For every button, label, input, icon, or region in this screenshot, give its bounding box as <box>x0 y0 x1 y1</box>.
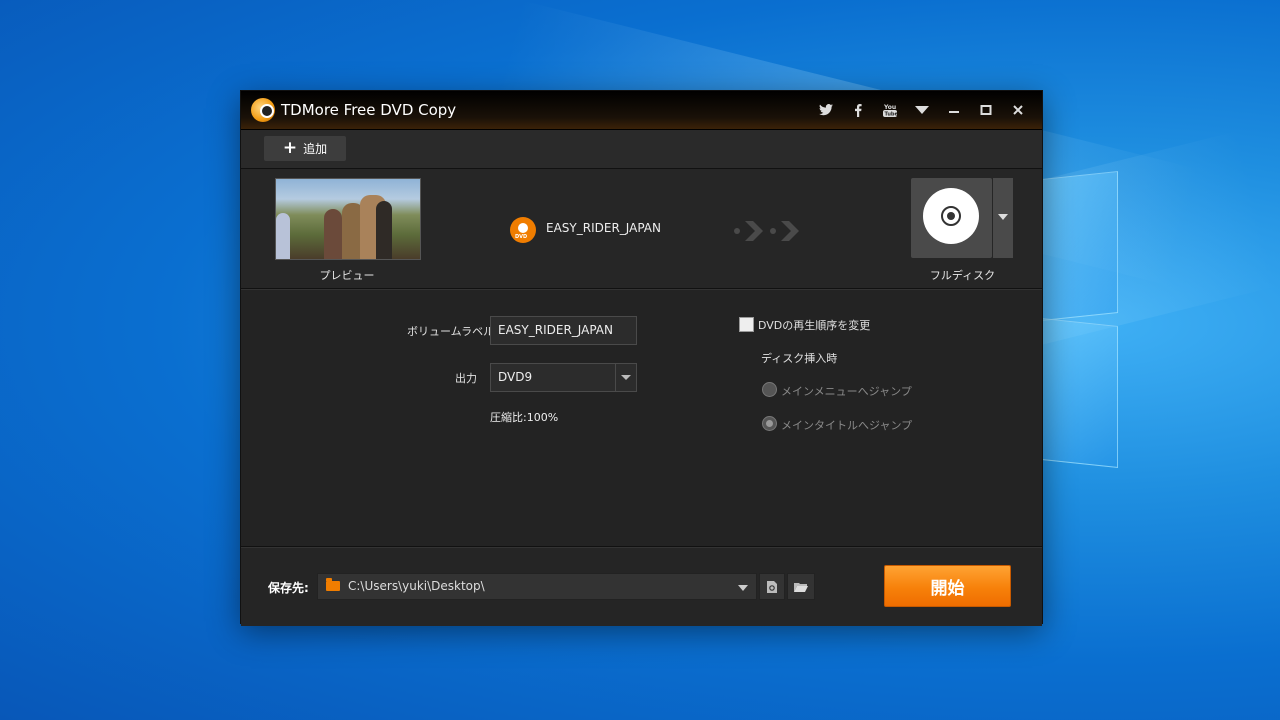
app-window: TDMore Free DVD Copy You Tube + 追加 プレビュー… <box>240 90 1043 626</box>
minimize-icon[interactable] <box>938 91 970 129</box>
radio-main-menu[interactable] <box>762 382 777 397</box>
target-label: フルディスク <box>929 269 996 282</box>
output-caption: 出力 <box>455 372 477 385</box>
thumbnail-figure <box>276 213 290 259</box>
save-path-text: C:\Users\yuki\Desktop\ <box>348 579 485 593</box>
thumbnail-figure <box>376 201 392 259</box>
output-select-value: DVD9 <box>498 370 533 384</box>
compression-ratio: 圧縮比:100% <box>490 411 559 424</box>
toolbar: + 追加 <box>241 130 1042 169</box>
plus-icon: + <box>282 138 298 158</box>
thumbnail-figure <box>324 209 342 259</box>
svg-text:Tube: Tube <box>885 112 898 118</box>
menu-dropdown-icon[interactable] <box>906 91 938 129</box>
wallpaper-window-logo <box>1042 318 1118 468</box>
add-button[interactable]: + 追加 <box>264 136 346 161</box>
open-location-button[interactable] <box>759 573 785 600</box>
browse-folder-button[interactable] <box>787 573 815 600</box>
app-logo-icon <box>251 98 275 122</box>
svg-text:You: You <box>883 104 896 111</box>
save-to-label: 保存先: <box>268 581 309 595</box>
volume-label-input[interactable]: EASY_RIDER_JAPAN <box>490 316 637 345</box>
add-button-label: 追加 <box>303 142 328 156</box>
disc-icon <box>923 188 979 244</box>
window-title: TDMore Free DVD Copy <box>281 101 457 119</box>
target-dropdown-button[interactable] <box>993 178 1013 258</box>
on-insert-caption: ディスク挿入時 <box>761 352 838 365</box>
change-order-checkbox[interactable] <box>739 317 754 332</box>
document-search-icon <box>767 580 777 593</box>
open-folder-icon <box>794 582 808 592</box>
target-disc-button[interactable] <box>911 178 992 258</box>
dvd-disc-icon: DVD <box>510 217 536 243</box>
twitter-icon[interactable] <box>810 91 842 129</box>
close-icon[interactable] <box>1002 91 1034 129</box>
radio-main-menu-label[interactable]: メインメニューへジャンプ <box>781 383 912 399</box>
folder-icon <box>326 578 340 591</box>
change-order-label[interactable]: DVDの再生順序を変更 <box>758 317 870 333</box>
preview-label: プレビュー <box>319 269 375 282</box>
output-select[interactable]: DVD9 <box>490 363 637 392</box>
youtube-icon[interactable]: You Tube <box>874 91 906 129</box>
facebook-icon[interactable] <box>842 91 874 129</box>
save-path-select[interactable]: C:\Users\yuki\Desktop\ <box>317 573 757 600</box>
maximize-icon[interactable] <box>970 91 1002 129</box>
start-button[interactable]: 開始 <box>884 565 1011 607</box>
dvd-badge-text: DVD <box>515 234 528 240</box>
arrow-right-icon <box>734 221 799 241</box>
radio-main-title[interactable] <box>762 416 777 431</box>
settings-panel: ボリュームラベル EASY_RIDER_JAPAN 出力 DVD9 圧縮比:10… <box>241 289 1042 547</box>
wallpaper-window-logo <box>1042 171 1118 321</box>
source-row: プレビュー DVD EASY_RIDER_JAPAN フルディスク <box>241 169 1042 289</box>
chevron-down-icon <box>615 364 636 391</box>
preview-thumbnail[interactable] <box>275 178 421 260</box>
radio-main-title-label[interactable]: メインタイトルへジャンプ <box>781 417 912 433</box>
volume-label-caption: ボリュームラベル <box>407 325 495 338</box>
chevron-down-icon <box>738 585 748 591</box>
footer-bar: 保存先: C:\Users\yuki\Desktop\ 開始 <box>241 547 1042 626</box>
source-disc-name: EASY_RIDER_JAPAN <box>546 221 661 235</box>
title-bar: TDMore Free DVD Copy You Tube <box>241 91 1042 130</box>
titlebar-controls: You Tube <box>810 91 1034 129</box>
